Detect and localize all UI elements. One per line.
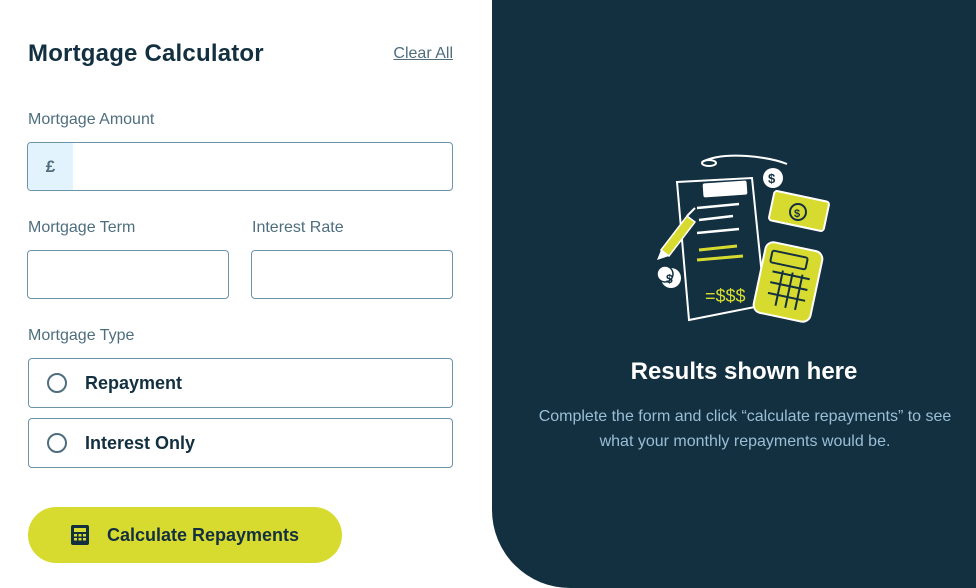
radio-circle-icon[interactable] bbox=[47, 373, 67, 393]
svg-text:$: $ bbox=[666, 272, 673, 286]
mortgage-term-field: years bbox=[27, 250, 229, 299]
radio-circle-icon[interactable] bbox=[47, 433, 67, 453]
calculate-repayments-button[interactable]: Calculate Repayments bbox=[28, 507, 342, 563]
svg-text:$: $ bbox=[768, 171, 776, 186]
calculator-illustration: =$$$ $ $ $ bbox=[647, 150, 847, 330]
interest-rate-input[interactable] bbox=[252, 251, 452, 298]
calculator-icon bbox=[70, 525, 89, 545]
svg-text:$: $ bbox=[794, 208, 800, 220]
mortgage-type-label: Mortgage Type bbox=[28, 327, 135, 344]
currency-prefix: £ bbox=[28, 143, 73, 190]
radio-option-interest-only[interactable]: Interest Only bbox=[28, 418, 453, 468]
page-title: Mortgage Calculator bbox=[28, 40, 264, 67]
interest-rate-label: Interest Rate bbox=[252, 219, 344, 236]
mortgage-term-label: Mortgage Term bbox=[28, 219, 136, 236]
interest-rate-field: % bbox=[251, 250, 453, 299]
mortgage-amount-field: £ bbox=[27, 142, 453, 191]
results-panel: =$$$ $ $ $ Results shown here Complete t… bbox=[492, 0, 976, 588]
calculate-repayments-label: Calculate Repayments bbox=[106, 524, 300, 545]
form-header: Mortgage Calculator Clear All bbox=[28, 38, 453, 70]
radio-option-repayment[interactable]: Repayment bbox=[28, 358, 453, 408]
results-description: Complete the form and click “calculate r… bbox=[538, 408, 952, 450]
clear-all-link[interactable]: Clear All bbox=[393, 45, 453, 63]
mortgage-term-input[interactable] bbox=[28, 251, 228, 298]
mortgage-amount-input[interactable] bbox=[73, 143, 452, 190]
mortgage-amount-label: Mortgage Amount bbox=[28, 111, 155, 128]
svg-text:=$$$: =$$$ bbox=[705, 286, 746, 306]
radio-label-interest-only: Interest Only bbox=[85, 432, 196, 453]
results-title: Results shown here bbox=[630, 358, 858, 385]
radio-label-repayment: Repayment bbox=[85, 372, 183, 393]
calculator-form-panel: Mortgage Calculator Clear All Mortgage A… bbox=[0, 0, 492, 588]
